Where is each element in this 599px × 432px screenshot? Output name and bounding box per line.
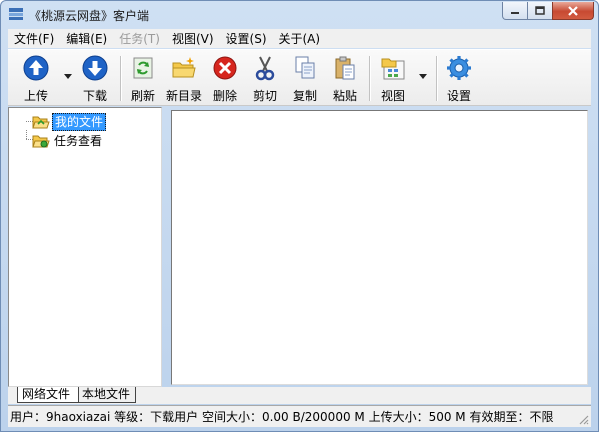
paste-label: 粘贴 bbox=[332, 89, 357, 103]
view-label: 视图 bbox=[380, 89, 405, 103]
upload-arrow-icon bbox=[23, 55, 49, 81]
menu-edit[interactable]: 编辑(E) bbox=[60, 30, 113, 48]
dropdown-arrow-icon bbox=[419, 73, 427, 79]
dropdown-arrow-icon bbox=[64, 73, 72, 79]
new-folder-icon bbox=[172, 57, 196, 78]
download-arrow-icon bbox=[82, 55, 108, 81]
minimize-button[interactable] bbox=[502, 2, 528, 20]
minimize-icon bbox=[511, 11, 519, 14]
tab-network-files[interactable]: 网络文件 bbox=[17, 387, 79, 403]
menu-file[interactable]: 文件(F) bbox=[8, 30, 60, 48]
folder-tree: 我的文件 任务查看 bbox=[8, 107, 162, 387]
menu-task[interactable]: 任务(T) bbox=[113, 30, 166, 48]
status-bar: 用户：9haoxiazai 等级：下载用户 空间大小：0.00 B/200000… bbox=[8, 405, 591, 427]
tree-item-my-files[interactable]: 我的文件 bbox=[18, 113, 107, 131]
view-icon bbox=[381, 58, 405, 80]
window-title: 《桃源云网盘》客户端 bbox=[29, 9, 150, 23]
menu-settings[interactable]: 设置(S) bbox=[220, 30, 273, 48]
resize-grip-icon[interactable] bbox=[577, 413, 589, 425]
title-bar[interactable]: 《桃源云网盘》客户端 bbox=[1, 1, 598, 28]
upload-label: 上传 bbox=[23, 89, 48, 103]
tree-item-label: 我的文件 bbox=[52, 113, 107, 131]
new-folder-label: 新目录 bbox=[165, 89, 202, 103]
delete-button[interactable]: 删除 bbox=[210, 53, 240, 105]
app-window: 《桃源云网盘》客户端 文件(F) 编辑(E) 任务(T) 视图(V) 设置(S)… bbox=[0, 0, 599, 432]
cut-label: 剪切 bbox=[252, 89, 277, 103]
maximize-icon bbox=[535, 6, 545, 15]
delete-icon bbox=[213, 56, 237, 80]
download-label: 下载 bbox=[82, 89, 107, 103]
panel-tabs: 网络文件 本地文件 bbox=[8, 387, 591, 404]
toolbar-separator bbox=[120, 56, 122, 101]
menu-view[interactable]: 视图(V) bbox=[166, 30, 220, 48]
task-folder-icon bbox=[32, 135, 50, 148]
view-button[interactable]: 视图 bbox=[378, 53, 408, 105]
tree-item-label: 任务查看 bbox=[54, 134, 103, 148]
toolbar-separator bbox=[436, 56, 438, 101]
gear-icon bbox=[447, 56, 471, 80]
toolbar: 上传 下载 刷新 新目录 删除 剪切 复制 粘贴 视图 设置 bbox=[8, 49, 591, 106]
view-dropdown[interactable] bbox=[418, 71, 428, 81]
folder-open-icon bbox=[32, 116, 50, 129]
upload-dropdown[interactable] bbox=[63, 71, 73, 81]
paste-button[interactable]: 粘贴 bbox=[330, 53, 360, 105]
upload-button[interactable]: 上传 bbox=[20, 53, 52, 105]
tree-item-task-view[interactable]: 任务查看 bbox=[18, 132, 104, 150]
scissors-icon bbox=[255, 56, 275, 81]
toolbar-separator bbox=[369, 56, 371, 101]
download-button[interactable]: 下载 bbox=[79, 53, 111, 105]
refresh-icon bbox=[133, 57, 153, 79]
status-text: 用户：9haoxiazai 等级：下载用户 空间大小：0.00 B/200000… bbox=[10, 410, 554, 424]
menu-about[interactable]: 关于(A) bbox=[273, 30, 327, 48]
close-button[interactable] bbox=[552, 2, 594, 20]
tab-local-files[interactable]: 本地文件 bbox=[78, 387, 136, 403]
settings-label: 设置 bbox=[446, 89, 471, 103]
file-list-panel[interactable] bbox=[171, 110, 588, 385]
settings-button[interactable]: 设置 bbox=[444, 53, 474, 105]
copy-button[interactable]: 复制 bbox=[290, 53, 320, 105]
app-icon bbox=[9, 8, 23, 20]
refresh-label: 刷新 bbox=[130, 89, 155, 103]
copy-icon bbox=[295, 56, 315, 79]
refresh-button[interactable]: 刷新 bbox=[128, 53, 158, 105]
delete-label: 删除 bbox=[212, 89, 237, 103]
menu-bar: 文件(F) 编辑(E) 任务(T) 视图(V) 设置(S) 关于(A) bbox=[8, 29, 591, 48]
cut-button[interactable]: 剪切 bbox=[250, 53, 280, 105]
new-folder-button[interactable]: 新目录 bbox=[165, 53, 203, 105]
maximize-button[interactable] bbox=[527, 2, 553, 20]
close-icon bbox=[568, 5, 578, 16]
copy-label: 复制 bbox=[292, 89, 317, 103]
paste-icon bbox=[335, 56, 355, 80]
